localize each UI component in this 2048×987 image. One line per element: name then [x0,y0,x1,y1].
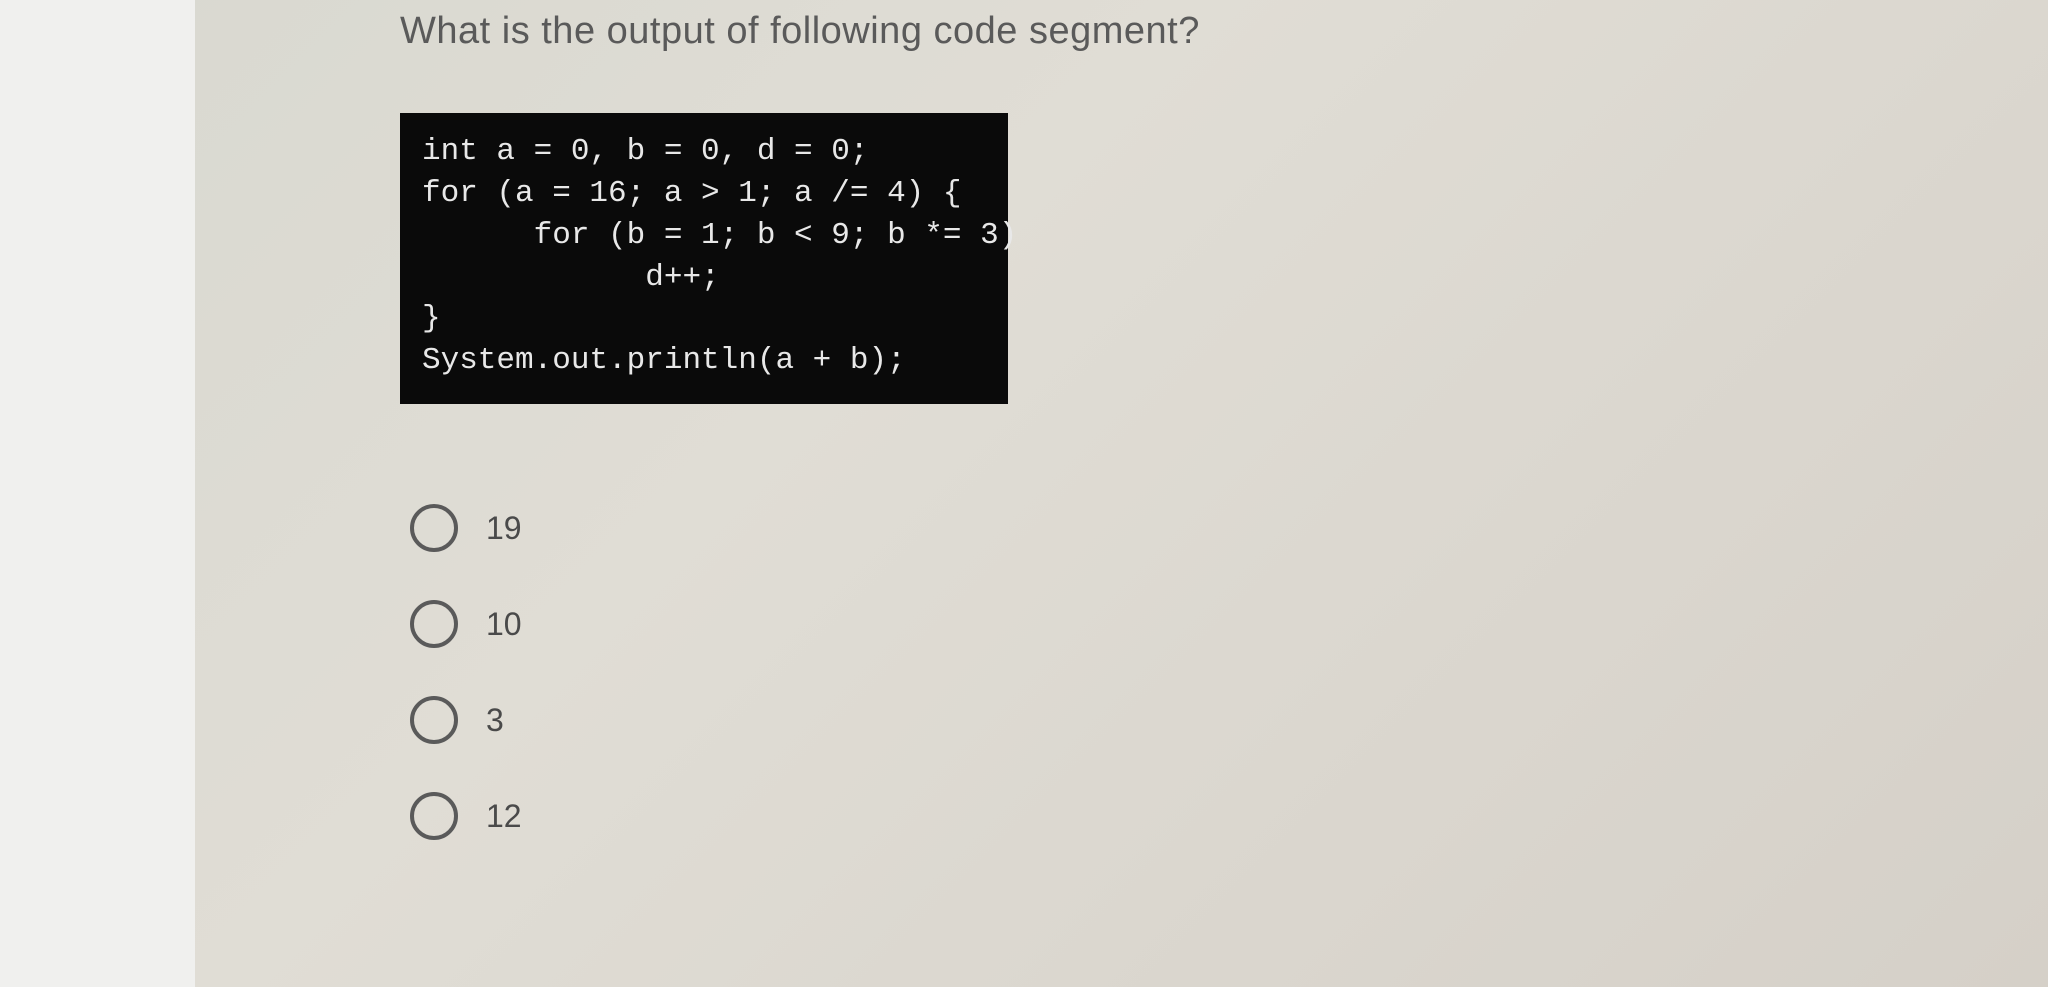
answer-label-2: 10 [486,606,522,643]
code-line-6: System.out.println(a + b); [422,343,906,378]
answer-option-4[interactable]: 12 [410,792,2048,840]
radio-icon [410,600,458,648]
code-segment: int a = 0, b = 0, d = 0; for (a = 16; a … [400,113,1008,404]
code-line-4: d++; [422,260,720,295]
radio-icon [410,504,458,552]
left-sidebar-panel [0,0,195,987]
answer-option-2[interactable]: 10 [410,600,2048,648]
code-line-2: for (a = 16; a > 1; a /= 4) { [422,176,962,211]
code-line-1: int a = 0, b = 0, d = 0; [422,134,868,169]
answer-option-3[interactable]: 3 [410,696,2048,744]
answer-label-3: 3 [486,702,504,739]
code-line-3: for (b = 1; b < 9; b *= 3) [422,218,1017,253]
answer-label-4: 12 [486,798,522,835]
radio-icon [410,696,458,744]
answer-option-1[interactable]: 19 [410,504,2048,552]
question-prompt: What is the output of following code seg… [400,10,2048,53]
answer-label-1: 19 [486,510,522,547]
question-content-area: What is the output of following code seg… [195,0,2048,987]
code-line-5: } [422,301,441,336]
radio-icon [410,792,458,840]
answer-options-group: 19 10 3 12 [400,504,2048,840]
